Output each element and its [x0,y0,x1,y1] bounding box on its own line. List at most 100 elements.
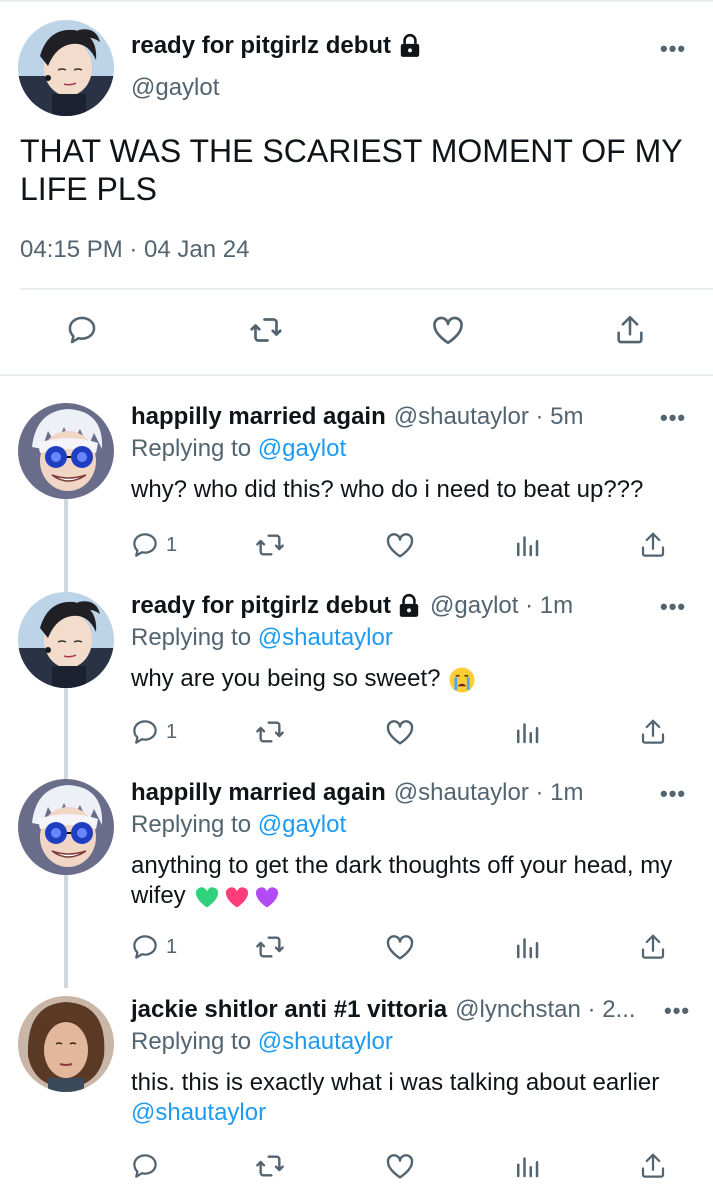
heart-icon [386,533,414,558]
share-button[interactable] [608,308,652,352]
reply-actions [0,1146,713,1186]
mention-link[interactable]: @shautaylor [258,624,393,651]
retweet-button[interactable] [254,927,286,967]
like-button[interactable] [426,308,470,352]
reply-author-handle[interactable]: @shautaylor · 5m [394,403,584,431]
more-options-button[interactable]: ••• [660,405,686,431]
heart-icon [433,316,463,345]
avatar[interactable] [18,592,114,688]
share-button[interactable] [638,712,668,752]
heart-icon [386,1154,414,1179]
reply-author-name[interactable]: happilly married again [131,403,386,431]
tweet-text: THAT WAS THE SCARIEST MOMENT OF MY LIFE … [20,133,682,207]
analytics-icon [517,938,539,959]
purple-heart-emoji [256,886,279,908]
retweet-button[interactable] [254,525,286,565]
reply-header: happilly married again @shautaylor · 1m [131,779,584,807]
like-button[interactable] [384,525,416,565]
comment-icon [133,1154,157,1178]
more-options-button[interactable]: ••• [664,998,690,1024]
like-button[interactable] [384,712,416,752]
reply-text-content: why are you being so sweet? [131,665,441,692]
avatar[interactable] [18,403,114,499]
heart-icon [386,720,414,745]
reply-header: happilly married again @shautaylor · 5m [131,403,584,431]
author-name-text: ready for pitgirlz debut [131,32,392,59]
replying-to: Replying to @shautaylor [131,1028,393,1056]
reply-author-name[interactable]: ready for pitgirlz debut [131,592,391,620]
green-heart-emoji [196,886,219,908]
avatar[interactable] [18,779,114,875]
avatar[interactable] [18,20,114,116]
share-button[interactable] [638,525,668,565]
heart-icon [386,935,414,960]
more-options-button[interactable]: ••• [660,594,686,620]
reply-button[interactable]: 1 [130,927,177,967]
lock-icon [400,33,420,57]
crying-face-emoji [449,667,475,693]
retweet-button[interactable] [254,1146,286,1186]
share-icon [617,315,643,344]
share-button[interactable] [638,1146,668,1186]
reply-text: this. this is exactly what i was talking… [131,1068,696,1128]
reply-header: ready for pitgirlz debut @gaylot · 1m [131,592,573,620]
reply-count: 1 [166,935,178,958]
replying-to-label: Replying to [131,435,252,462]
analytics-button[interactable] [512,927,542,967]
comment-icon [133,720,157,744]
replying-to: Replying to @shautaylor [131,624,393,652]
reply-text: why are you being so sweet? [131,664,696,695]
share-icon [641,719,665,744]
reply-button[interactable]: 1 [130,712,177,752]
reply-tweet[interactable]: ready for pitgirlz debut @gaylot · 1m ••… [0,592,713,762]
reply-tweet[interactable]: happilly married again @shautaylor · 1m … [0,779,713,979]
retweet-icon [250,318,282,342]
reply-button[interactable]: 1 [130,525,177,565]
replying-to: Replying to @gaylot [131,811,346,839]
analytics-button[interactable] [512,1146,542,1186]
retweet-button[interactable] [244,308,288,352]
reply-author-name[interactable]: jackie shitlor anti #1 vittoria [131,996,447,1024]
reply-author-handle[interactable]: @gaylot · 1m [430,592,573,620]
retweet-icon [256,1155,284,1177]
comment-icon [133,533,157,557]
analytics-icon [517,1157,539,1178]
retweet-icon [256,721,284,743]
like-button[interactable] [384,927,416,967]
reply-text: anything to get the dark thoughts off yo… [131,851,696,911]
divider [20,288,713,290]
replying-to-label: Replying to [131,811,252,838]
pink-heart-emoji [226,886,249,908]
analytics-button[interactable] [512,525,542,565]
reply-tweet[interactable]: happilly married again @shautaylor · 5m … [0,403,713,573]
reply-tweet[interactable]: jackie shitlor anti #1 vittoria @lynchst… [0,996,713,1196]
reply-text: why? who did this? who do i need to beat… [131,476,644,503]
tweet-timestamp[interactable]: 04:15 PM · 04 Jan 24 [20,236,249,264]
like-button[interactable] [384,1146,416,1186]
mention-link[interactable]: @gaylot [258,435,346,462]
avatar[interactable] [18,996,114,1092]
tweet-actions [0,308,713,358]
mention-link[interactable]: @gaylot [258,811,346,838]
reply-button[interactable] [130,1146,160,1186]
main-tweet: ready for pitgirlz debut @gaylot ••• THA… [0,0,713,376]
reply-author-name[interactable]: happilly married again [131,779,386,807]
share-icon [641,934,665,959]
reply-header: jackie shitlor anti #1 vittoria @lynchst… [131,996,636,1024]
author-name[interactable]: ready for pitgirlz debut [131,32,423,60]
reply-author-handle[interactable]: @shautaylor · 1m [394,779,584,807]
analytics-button[interactable] [512,712,542,752]
author-handle[interactable]: @gaylot [131,74,219,102]
more-options-button[interactable]: ••• [660,36,686,62]
more-options-button[interactable]: ••• [660,781,686,807]
replying-to-label: Replying to [131,624,252,651]
retweet-button[interactable] [254,712,286,752]
comment-icon [68,316,96,344]
comment-icon [133,935,157,959]
mention-link[interactable]: @shautaylor [131,1099,266,1126]
mention-link[interactable]: @shautaylor [258,1028,393,1055]
share-icon [641,1153,665,1178]
share-button[interactable] [638,927,668,967]
reply-author-handle[interactable]: @lynchstan · 2... [455,996,635,1024]
reply-button[interactable] [60,308,104,352]
